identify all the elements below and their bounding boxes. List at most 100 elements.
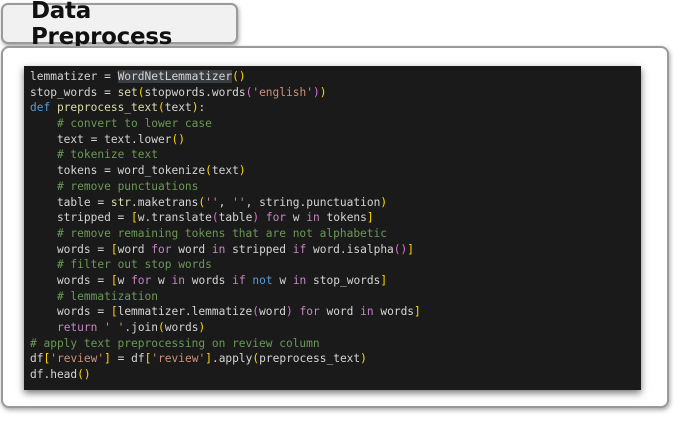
code-line: # remove punctuations <box>30 179 641 195</box>
code-token: .maketrans <box>131 195 199 209</box>
code-token: # filter out stop words <box>56 258 212 272</box>
code-token: text = text.lower <box>30 132 172 146</box>
code-token: w.translate <box>137 211 212 225</box>
code-token: word <box>259 305 286 319</box>
code-token: () <box>393 242 408 256</box>
code-token: , string.punctuation <box>245 195 381 209</box>
code-token: words <box>184 273 233 287</box>
code-token: stop_words <box>306 273 381 287</box>
section-title: Data Preprocess <box>31 0 173 50</box>
code-line: words = [word for word in stripped if wo… <box>30 242 641 258</box>
code-token: lemmatizer.lemmatize <box>117 305 253 319</box>
code-token: [ <box>110 242 118 256</box>
code-token: preprocess_text <box>259 352 361 366</box>
code-token: in <box>211 242 226 256</box>
code-line: # apply text preprocessing on review col… <box>30 336 641 352</box>
code-line: text = text.lower() <box>30 132 641 148</box>
code-token: w <box>151 273 172 287</box>
code-token: '' <box>232 195 246 209</box>
code-token: words <box>373 305 415 319</box>
code-token: ) <box>312 85 320 99</box>
code-token: set <box>117 85 138 99</box>
code-token: stripped <box>225 242 293 256</box>
code-token: ) <box>380 195 388 209</box>
code-token: word <box>319 305 361 319</box>
code-token: # lemmatization <box>56 289 158 303</box>
code-token: # remove remaining tokens that are not a… <box>56 226 387 240</box>
code-line: tokens = word_tokenize(text) <box>30 163 641 179</box>
code-token: = df <box>110 352 145 366</box>
code-token: ] <box>104 352 111 366</box>
code-token: word <box>117 242 152 256</box>
code-line: words = [lemmatizer.lemmatize(word) for … <box>30 304 641 320</box>
code-token: ) <box>198 321 206 334</box>
code-token: ) <box>360 352 367 366</box>
code-token: if <box>292 242 307 256</box>
code-token: w <box>117 273 132 287</box>
code-token: in <box>360 305 374 319</box>
code-line: def preprocess_text(text): <box>30 100 641 116</box>
code-token: ] <box>414 305 421 319</box>
code-line: # lemmatization <box>30 289 641 305</box>
code-token: ( <box>211 211 219 225</box>
code-token: in <box>292 273 307 287</box>
code-token: if <box>232 273 246 287</box>
code-token: 'review' <box>50 352 105 366</box>
code-token: tokens <box>319 211 367 225</box>
code-token: table = <box>30 195 111 209</box>
code-token: word <box>171 242 212 256</box>
code-token: df.head <box>30 368 78 382</box>
code-token: str <box>110 195 132 209</box>
code-token: : <box>198 101 206 115</box>
code-token: [ <box>110 273 118 287</box>
code-token: stop_words = <box>30 85 118 99</box>
code-line: stripped = [w.translate(table) for w in … <box>30 210 641 226</box>
code-token: w <box>286 211 307 225</box>
code-token: df <box>30 352 44 366</box>
code-token: 'review' <box>151 352 206 366</box>
code-token: # tokenize text <box>56 148 158 162</box>
code-token: stripped = <box>30 211 132 225</box>
code-token: text <box>211 164 239 178</box>
code-token: ] <box>407 242 415 256</box>
code-token: preprocess_text <box>56 101 158 115</box>
code-token: () <box>77 368 91 382</box>
code-token: ( <box>158 321 165 334</box>
code-token: ) <box>286 305 293 319</box>
code-token: WordNetLemmatizer <box>117 70 233 83</box>
code-token: '' <box>205 195 219 209</box>
code-token: () <box>232 70 246 83</box>
code-token: not <box>252 273 273 287</box>
code-token: .join <box>124 321 159 334</box>
code-token: [ <box>131 211 138 225</box>
code-token: tokens = word_tokenize <box>30 164 206 178</box>
code-line: stop_words = set(stopwords.words('englis… <box>30 85 641 101</box>
code-token: [ <box>110 305 118 319</box>
code-token: .apply <box>211 352 253 366</box>
code-token: text <box>164 101 192 115</box>
code-token: ) <box>238 164 246 178</box>
code-token: for <box>131 273 152 287</box>
code-line: # convert to lower case <box>30 116 641 132</box>
code-token: , <box>218 195 233 209</box>
code-line: df['review'] = df['review'].apply(prepro… <box>30 351 641 367</box>
code-token: ) <box>319 85 327 99</box>
code-token: ( <box>158 101 165 115</box>
section-title-tab: Data Preprocess <box>1 0 238 50</box>
code-token: words = <box>30 242 111 256</box>
code-token: ] <box>366 211 374 225</box>
code-line: # tokenize text <box>30 147 641 163</box>
code-token: ] <box>205 352 212 366</box>
code-token: stopwords.words <box>144 85 246 99</box>
code-token: lemmatizer = <box>30 70 118 83</box>
code-token: # remove punctuations <box>56 179 199 193</box>
code-token: words <box>164 321 199 334</box>
